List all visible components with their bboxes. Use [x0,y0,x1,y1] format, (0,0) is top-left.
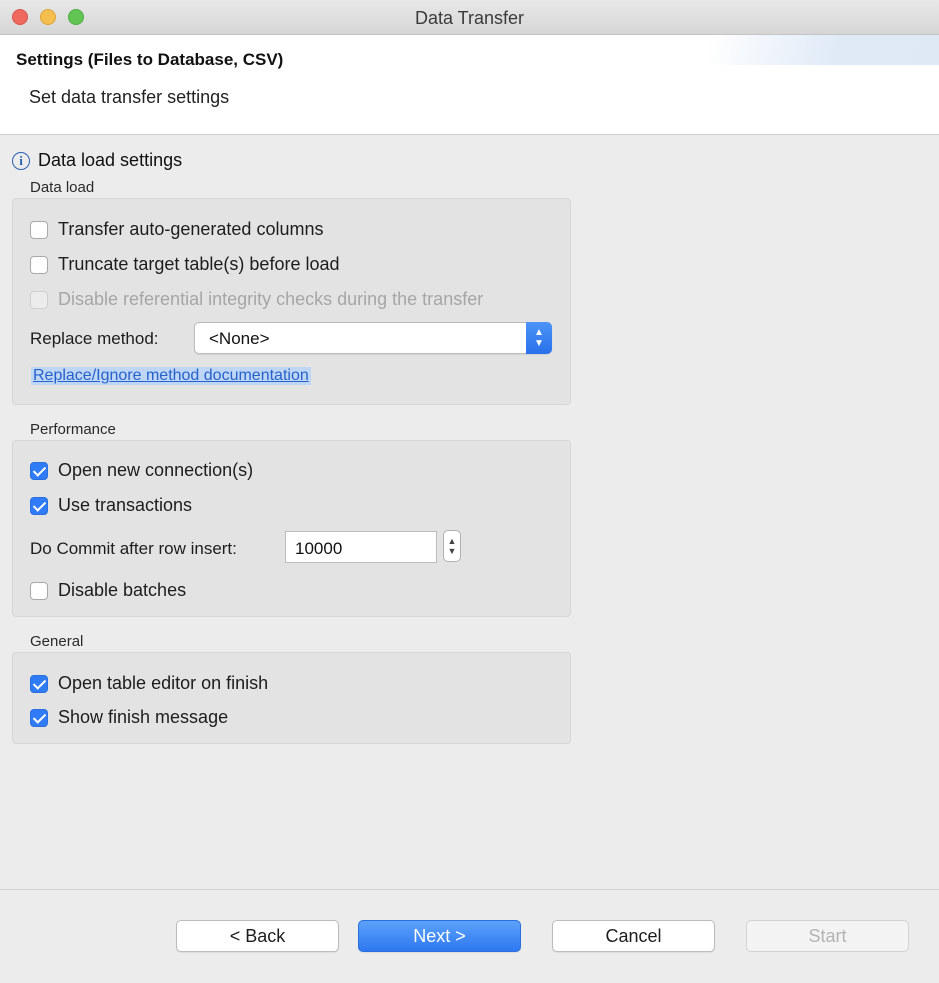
use-transactions-label: Use transactions [58,495,193,515]
commit-after-value: 10000 [295,539,343,558]
commit-after-label: Do Commit after row insert: [30,539,237,558]
section-heading: i Data load settings [12,150,182,171]
replace-method-select[interactable]: <None> ▲ ▼ [194,322,552,354]
use-transactions-checkbox[interactable] [30,496,48,515]
commit-after-input[interactable]: 10000 [285,531,437,563]
show-finish-message-checkbox[interactable] [30,708,48,727]
open-new-connection-label: Open new connection(s) [58,460,254,480]
open-new-connection-checkbox-row[interactable]: Open new connection(s) [30,460,253,481]
show-finish-message-label: Show finish message [58,707,229,727]
header-banner-graphic [709,35,939,65]
disable-integrity-checkbox-row: Disable referential integrity checks dur… [30,289,483,310]
truncate-target-checkbox-row[interactable]: Truncate target table(s) before load [30,254,340,275]
chevron-up-down-icon[interactable]: ▲ ▼ [526,322,552,354]
data-transfer-window: Data Transfer Settings (Files to Databas… [0,0,939,983]
transfer-auto-generated-checkbox-row[interactable]: Transfer auto-generated columns [30,219,323,240]
show-finish-message-checkbox-row[interactable]: Show finish message [30,707,228,728]
open-new-connection-checkbox[interactable] [30,461,48,480]
open-table-editor-checkbox-row[interactable]: Open table editor on finish [30,673,268,694]
start-button: Start [746,920,909,952]
window-title: Data Transfer [414,8,525,28]
disable-integrity-checkbox [30,290,48,309]
use-transactions-checkbox-row[interactable]: Use transactions [30,495,192,516]
truncate-target-checkbox[interactable] [30,255,48,274]
truncate-target-label: Truncate target table(s) before load [58,254,340,274]
disable-batches-checkbox-row[interactable]: Disable batches [30,580,186,601]
open-table-editor-checkbox[interactable] [30,674,48,693]
replace-method-value: <None> [209,329,270,348]
disable-batches-checkbox[interactable] [30,581,48,600]
section-title: Data load settings [38,150,183,170]
title-bar[interactable]: Data Transfer [0,0,939,35]
disable-batches-label: Disable batches [58,580,187,600]
cancel-button[interactable]: Cancel [552,920,715,952]
open-table-editor-label: Open table editor on finish [58,673,269,693]
general-group-label: General [30,633,84,650]
page-subtitle: Set data transfer settings [29,87,230,107]
next-button[interactable]: Next > [358,920,521,952]
footer-divider [0,889,939,890]
transfer-auto-generated-checkbox[interactable] [30,220,48,239]
commit-after-stepper[interactable]: ▲ ▼ [443,530,461,562]
info-icon: i [12,151,30,170]
page-title: Settings (Files to Database, CSV) [16,50,284,69]
back-button[interactable]: < Back [176,920,339,952]
performance-group-label: Performance [30,421,116,438]
transfer-auto-generated-label: Transfer auto-generated columns [58,219,324,239]
replace-method-documentation-link[interactable]: Replace/Ignore method documentation [31,367,311,385]
replace-method-label: Replace method: [30,329,159,348]
disable-integrity-label: Disable referential integrity checks dur… [58,289,484,309]
general-group [12,652,571,744]
data-load-group-label: Data load [30,179,95,196]
wizard-header: Settings (Files to Database, CSV) Set da… [0,35,939,135]
